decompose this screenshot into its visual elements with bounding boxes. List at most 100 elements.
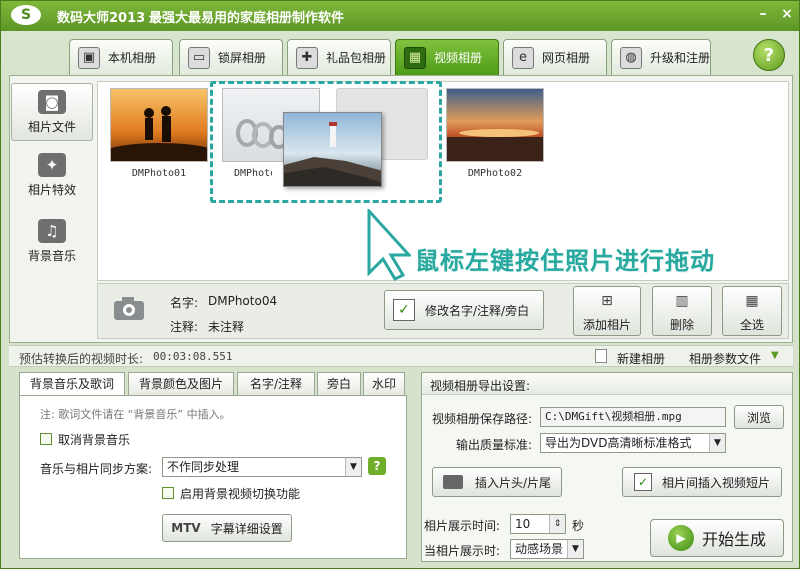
app-logo-icon: S	[11, 5, 41, 25]
photo-thumbnail[interactable]	[446, 88, 544, 162]
sync-select[interactable]: 不作同步处理 ▼	[162, 457, 362, 477]
export-title: 视频相册导出设置:	[430, 379, 531, 393]
grid-icon: ▦	[745, 292, 759, 309]
tab-narration[interactable]: 旁白	[317, 372, 361, 396]
trash-icon: ▥	[675, 292, 689, 309]
tab-video-album[interactable]: ▦ 视频相册	[395, 39, 499, 75]
gift-icon: ✚	[296, 46, 318, 69]
browse-button[interactable]: 浏览	[734, 405, 784, 429]
chevron-down-icon: ▼	[567, 540, 583, 558]
when-shown-select[interactable]: 动感场景 ▼	[510, 539, 584, 559]
button-label: 插入片头/片尾	[474, 475, 552, 490]
cancel-music-label: 取消背景音乐	[58, 433, 131, 447]
button-label: 删除	[669, 317, 694, 332]
tab-music-lyrics[interactable]: 背景音乐及歌词	[19, 372, 125, 397]
app-subtitle: 最强大最易用的家庭相册制作软件	[149, 11, 345, 26]
mtv-icon: MTV	[171, 521, 201, 535]
tab-upgrade-register[interactable]: ◍ 升级和注册	[611, 39, 711, 75]
spinner-icon: ⇕	[549, 515, 565, 533]
cancel-music-checkbox[interactable]	[40, 433, 52, 445]
dropdown-arrow-icon[interactable]: ▼	[771, 350, 779, 361]
document-icon	[595, 349, 607, 363]
tab-lockscreen-album[interactable]: ▭ 锁屏相册	[179, 39, 283, 75]
photo-image	[111, 106, 207, 161]
insert-head-tail-button[interactable]: 插入片头/片尾	[432, 467, 562, 497]
start-generate-button[interactable]: ▶ 开始生成	[650, 519, 784, 557]
quality-label: 输出质量标准:	[456, 438, 533, 452]
select-all-button[interactable]: ▦ 全选	[722, 286, 782, 336]
export-settings-panel: 视频相册导出设置: 视频相册保存路径: C:\DMGift\视频相册.mpg 浏…	[421, 372, 793, 562]
effects-icon: ✦	[38, 153, 66, 177]
chevron-down-icon: ▼	[709, 434, 725, 452]
tab-gift-album[interactable]: ✚ 礼品包相册	[287, 39, 391, 75]
nav-background-music[interactable]: ♫ 背景音乐	[11, 213, 93, 271]
play-icon: ▶	[667, 525, 694, 551]
tab-label: 礼品包相册	[326, 51, 387, 65]
tab-label: 本机相册	[108, 51, 157, 65]
subtitle-settings-button[interactable]: MTV 字幕详细设置	[162, 514, 292, 542]
delete-button[interactable]: ▥ 删除	[652, 286, 712, 336]
tab-label: 升级和注册	[650, 51, 711, 65]
help-button[interactable]: ?	[753, 39, 785, 71]
note-value: 未注释	[208, 320, 245, 334]
new-album-link[interactable]: 新建相册	[617, 350, 665, 367]
tab-bg-color-image[interactable]: 背景颜色及图片	[128, 372, 234, 396]
photo-image	[447, 129, 543, 161]
chevron-down-icon: ▼	[345, 458, 361, 476]
quality-select[interactable]: 导出为DVD高清晰标准格式 ▼	[540, 433, 726, 453]
photo-thumbnail[interactable]	[110, 88, 208, 162]
person-icon: ▣	[78, 46, 100, 69]
edit-name-note-button[interactable]: ✓ 修改名字/注释/旁白	[384, 290, 544, 330]
tab-local-album[interactable]: ▣ 本机相册	[69, 39, 173, 75]
globe-icon: ◍	[620, 46, 642, 69]
camera-icon	[114, 297, 144, 320]
minimize-button[interactable]: –	[753, 5, 773, 23]
music-settings-panel: 注: 歌词文件请在 “背景音乐” 中插入。 取消背景音乐 音乐与相片同步方案: …	[19, 395, 407, 559]
duration-value: 00:03:08.551	[153, 350, 233, 363]
sync-value: 不作同步处理	[167, 460, 240, 474]
duration-label: 预估转换后的视频时长:	[19, 352, 144, 366]
button-label: 修改名字/注释/旁白	[425, 303, 530, 318]
film-icon: ▦	[404, 46, 426, 69]
nav-label: 相片文件	[27, 120, 76, 134]
path-input[interactable]: C:\DMGift\视频相册.mpg	[540, 407, 726, 427]
button-label: 字幕详细设置	[210, 521, 283, 536]
app-window: S 数码大师2013 最强大最易用的家庭相册制作软件 – × ▣ 本机相册 ▭ 锁屏…	[0, 0, 800, 569]
close-button[interactable]: ×	[777, 5, 797, 23]
note-label: 注释:	[170, 320, 199, 334]
drag-selection-box	[210, 81, 442, 203]
check-icon: ✓	[633, 473, 652, 491]
nav-label: 背景音乐	[27, 249, 76, 263]
button-label: 全选	[739, 317, 764, 332]
insert-video-clip-button[interactable]: ✓ 相片间插入视频短片	[622, 467, 782, 497]
music-icon: ♫	[38, 219, 66, 243]
photo-duration-input[interactable]: 10 ⇕	[510, 514, 566, 534]
param-file-menu[interactable]: 相册参数文件	[689, 350, 761, 367]
nav-photo-files[interactable]: ◙ 相片文件	[11, 83, 93, 141]
tab-web-album[interactable]: e 网页相册	[503, 39, 607, 75]
name-label: 名字:	[170, 296, 199, 310]
tab-watermark[interactable]: 水印	[363, 372, 405, 396]
help-icon[interactable]: ?	[368, 457, 386, 475]
monitor-icon: ▭	[188, 46, 210, 69]
photo-duration-value: 10	[515, 517, 531, 531]
seconds-unit: 秒	[572, 519, 585, 533]
pointer-arrow-icon	[367, 209, 411, 281]
button-label: 相片间插入视频短片	[661, 475, 770, 490]
photo-caption: DMPhoto01	[131, 168, 187, 179]
tab-label: 视频相册	[434, 51, 483, 65]
export-header: 视频相册导出设置:	[422, 373, 792, 395]
camera-icon: ◙	[38, 90, 66, 114]
tab-name-note[interactable]: 名字/注释	[237, 372, 315, 396]
add-photo-button[interactable]: ⊞ 添加相片	[573, 286, 641, 336]
ie-icon: e	[512, 46, 534, 69]
photo-info-bar: 名字: DMPhoto04 注释: 未注释 ✓ 修改名字/注释/旁白 ⊞ 添加相片…	[97, 283, 789, 339]
settings-tabs: 背景音乐及歌词 背景颜色及图片 名字/注释 旁白 水印	[19, 372, 407, 397]
name-value: DMPhoto04	[208, 294, 278, 308]
drag-tip: 鼠标左键按住照片进行拖动	[415, 247, 715, 275]
when-shown-value: 动感场景	[515, 542, 564, 556]
nav-photo-effects[interactable]: ✦ 相片特效	[11, 147, 93, 205]
video-switch-checkbox[interactable]	[162, 487, 174, 499]
button-label: 添加相片	[582, 317, 631, 332]
title-bar: S 数码大师2013 最强大最易用的家庭相册制作软件 – ×	[1, 1, 799, 29]
